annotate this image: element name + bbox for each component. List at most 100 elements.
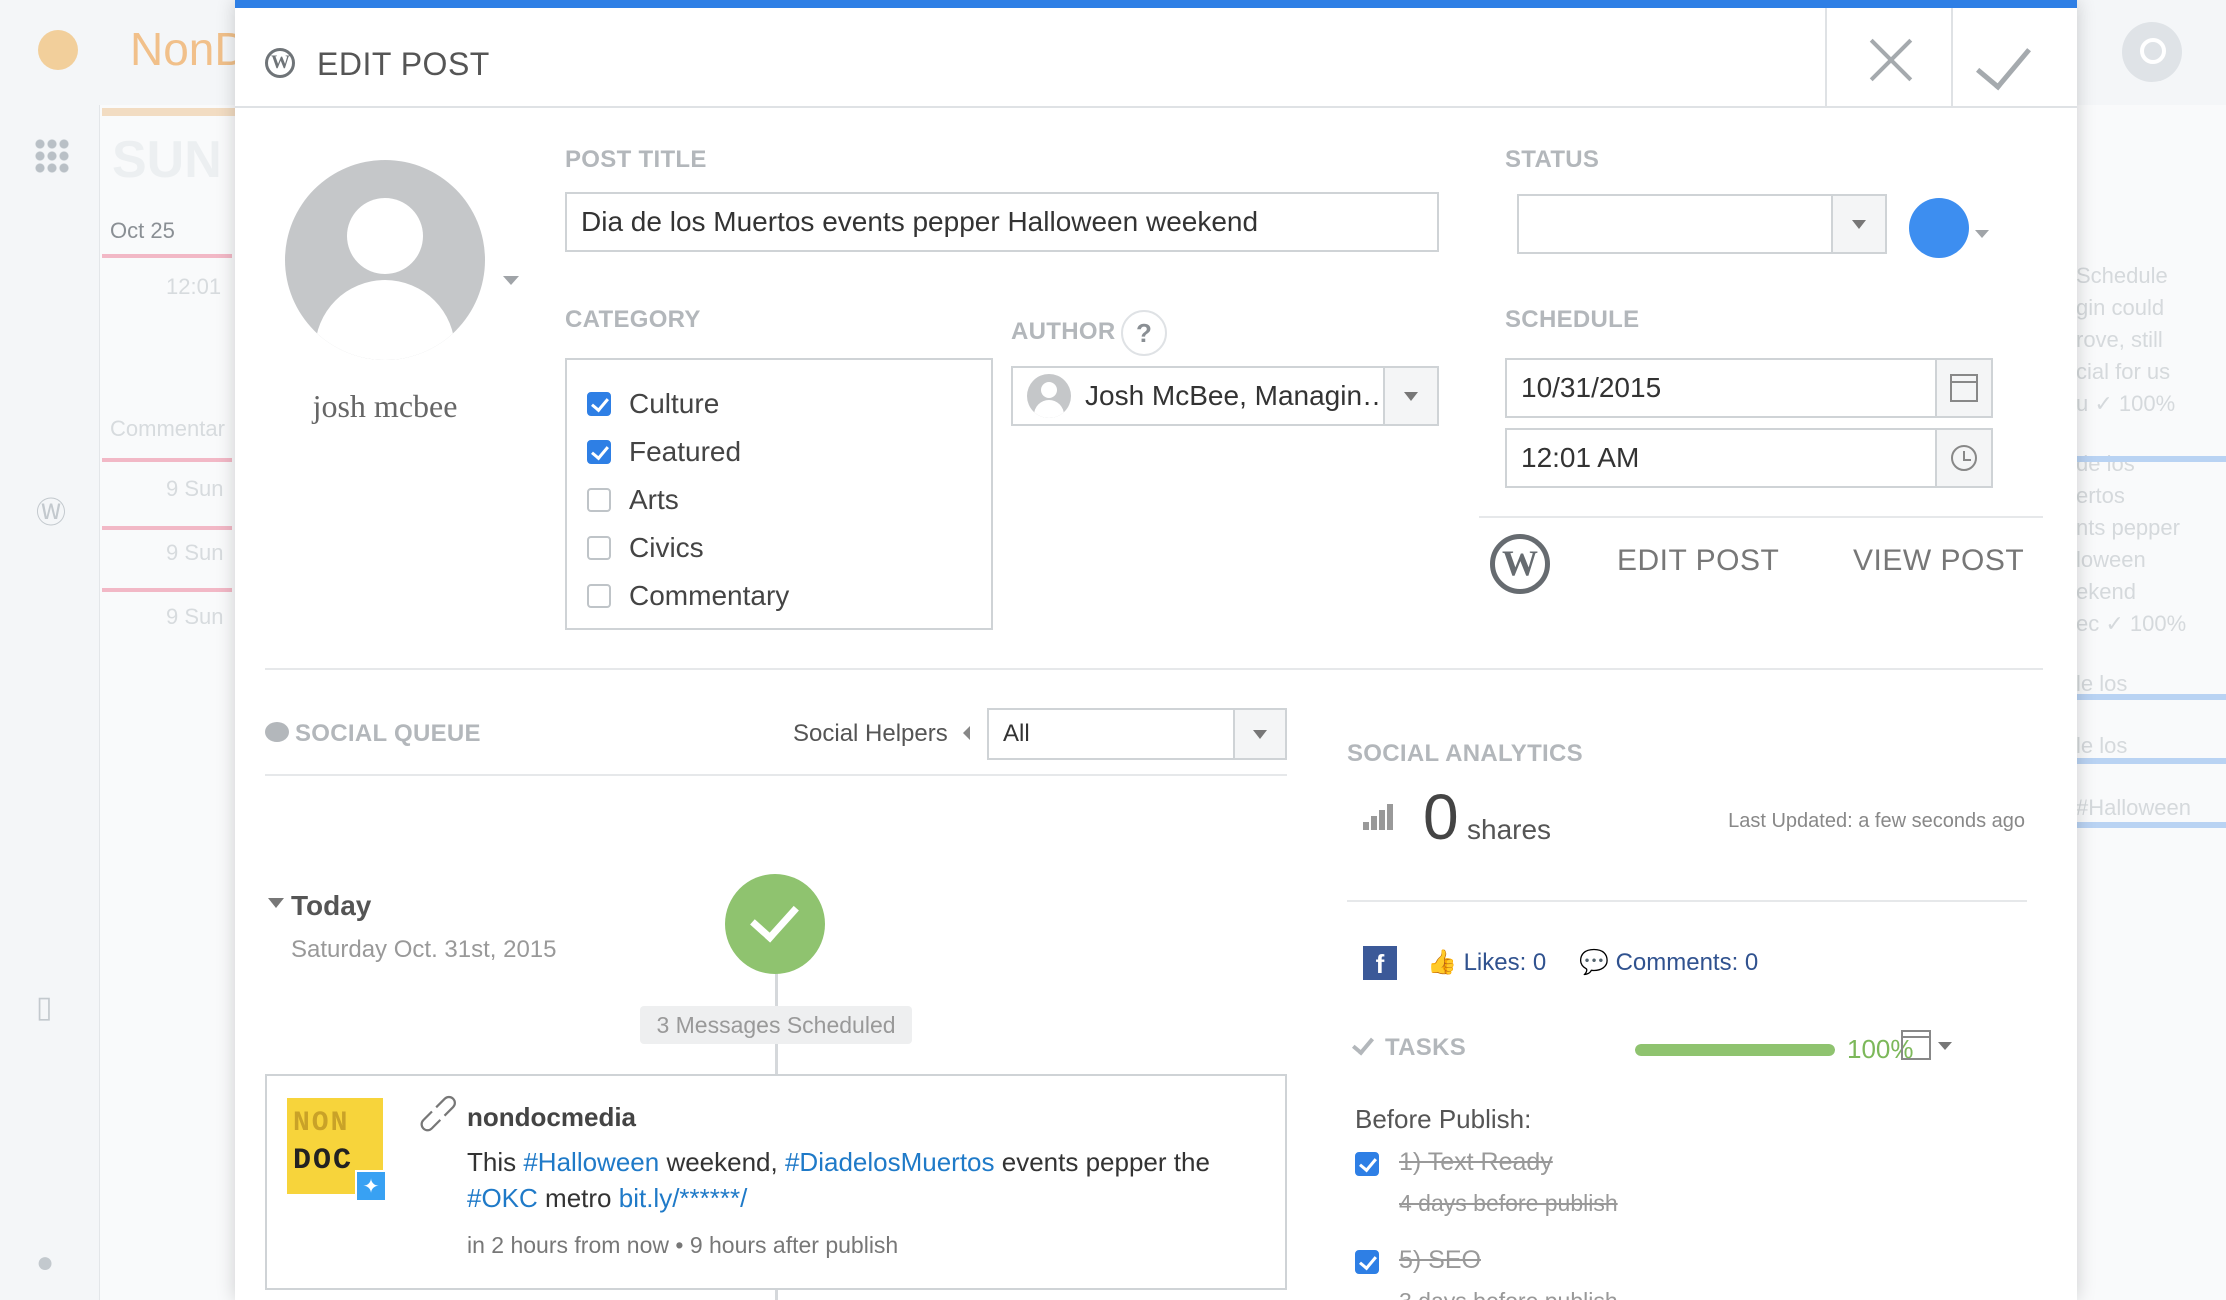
divider — [1347, 900, 2027, 902]
link-icon[interactable]: ⊂⊃ — [408, 1083, 468, 1143]
wordpress-publish-icon — [1490, 534, 1550, 594]
hashtag-link[interactable]: #Halloween — [523, 1147, 659, 1177]
message-text: This #Halloween weekend, #DiadelosMuerto… — [467, 1147, 1210, 1213]
schedule-time-input[interactable]: 12:01 AM — [1505, 428, 1993, 488]
edit-post-link[interactable]: EDIT POST — [1617, 544, 1779, 578]
before-publish-label: Before Publish: — [1355, 1104, 1532, 1134]
caret-down-icon[interactable] — [268, 898, 284, 908]
checkmark-icon[interactable] — [1951, 8, 2077, 108]
day-date: Oct 25 — [110, 218, 175, 243]
apps-grid-icon[interactable] — [34, 138, 70, 174]
message-meta: in 2 hours from now • 9 hours after publ… — [467, 1232, 899, 1258]
author-avatar[interactable] — [285, 160, 485, 360]
queue-item: 9 Sun — [166, 540, 224, 565]
tasks-progress-fill — [1635, 1044, 1835, 1056]
chevron-down-icon[interactable] — [1233, 710, 1285, 758]
social-helpers-label[interactable]: Social Helpers — [793, 720, 948, 748]
social-filter-select[interactable]: All — [987, 708, 1287, 760]
short-link[interactable]: bit.ly/******/ — [619, 1183, 748, 1213]
category-item-featured[interactable]: Featured — [587, 428, 971, 476]
schedule-date-input[interactable]: 10/31/2015 — [1505, 358, 1993, 418]
last-updated: Last Updated: a few seconds ago — [1728, 810, 2025, 832]
post-time: 12:01 — [166, 274, 222, 299]
tasks-calendar-icon[interactable] — [1901, 1030, 1931, 1060]
chevron-down-icon[interactable] — [1831, 196, 1885, 252]
wordpress-icon — [265, 48, 295, 78]
queue-strip — [102, 526, 232, 530]
tasks-check-icon — [1351, 1032, 1375, 1056]
chevron-down-icon[interactable] — [1938, 1042, 1952, 1050]
success-check-icon — [725, 874, 825, 974]
status-select[interactable] — [1517, 194, 1887, 254]
chevron-down-icon[interactable] — [1383, 368, 1437, 424]
right-strip — [2076, 758, 2226, 764]
category-item-civics[interactable]: Civics — [587, 524, 971, 572]
day-column-strip — [102, 108, 242, 116]
category-item-commentary[interactable]: Commentary — [587, 572, 971, 620]
right-strip — [2076, 822, 2226, 828]
queue-item: 9 Sun — [166, 476, 224, 501]
category-list: Culture Featured Arts Civics Commentary — [565, 358, 993, 630]
chat-nav-icon[interactable]: ● — [36, 1246, 54, 1280]
facebook-likes: 👍 Likes: 0 — [1427, 949, 1547, 976]
today-date: Saturday Oct. 31st, 2015 — [291, 936, 557, 963]
social-message-card[interactable]: NON DOC ✦ ⊂⊃ nondocmedia This #Halloween… — [265, 1074, 1287, 1290]
right-strip — [2076, 456, 2226, 462]
day-label: SUN — [112, 131, 222, 189]
account-name: nondocmedia — [467, 1102, 637, 1132]
checkbox[interactable] — [587, 488, 611, 512]
post-category: Commentar — [110, 416, 225, 441]
author-mini-avatar — [1027, 374, 1071, 418]
document-nav-icon[interactable]: ▯ — [36, 990, 53, 1025]
checkbox[interactable] — [587, 584, 611, 608]
queue-strip — [102, 458, 232, 462]
modal-title: EDIT POST — [317, 46, 490, 82]
caret-left-icon[interactable] — [963, 726, 970, 740]
search-icon[interactable] — [2122, 22, 2182, 82]
twitter-icon: ✦ — [355, 1170, 387, 1202]
today-label[interactable]: Today — [291, 890, 371, 922]
post-title-label: POST TITLE — [565, 146, 707, 173]
queue-item: 9 Sun — [166, 604, 224, 629]
author-select[interactable]: Josh McBee, Managin… — [1011, 366, 1439, 426]
hashtag-link[interactable]: #DiadelosMuertos — [785, 1147, 995, 1177]
close-icon[interactable] — [1825, 8, 1951, 108]
queue-strip — [102, 588, 232, 592]
checkbox[interactable] — [587, 536, 611, 560]
post-title-input[interactable]: Dia de los Muertos events pepper Hallowe… — [565, 192, 1439, 252]
facebook-icon: f — [1363, 946, 1397, 980]
help-icon[interactable]: ? — [1121, 310, 1167, 356]
tasks-label: TASKS — [1385, 1034, 1467, 1061]
category-label: CATEGORY — [565, 306, 701, 333]
status-color-dot[interactable] — [1909, 198, 1969, 258]
app-sidebar — [0, 105, 100, 1300]
category-item-arts[interactable]: Arts — [587, 476, 971, 524]
checkbox[interactable] — [587, 392, 611, 416]
task-checkbox[interactable] — [1355, 1152, 1379, 1176]
chat-bubble-icon — [265, 722, 289, 742]
facebook-comments: 💬 Comments: 0 — [1579, 949, 1759, 976]
calendar-icon[interactable] — [1935, 360, 1991, 416]
status-caret-icon[interactable] — [1975, 230, 1989, 238]
checkbox[interactable] — [587, 440, 611, 464]
wordpress-nav-icon[interactable]: Ⓦ — [36, 488, 66, 532]
app-logo[interactable] — [38, 30, 78, 70]
shares-label: shares — [1467, 814, 1552, 845]
signal-bars-icon — [1363, 802, 1395, 830]
clock-icon[interactable] — [1935, 430, 1991, 486]
task-checkbox[interactable] — [1355, 1250, 1379, 1274]
modal-header: EDIT POST — [235, 8, 2077, 108]
hashtag-link[interactable]: #OKC — [467, 1183, 538, 1213]
scheduled-count-badge: 3 Messages Scheduled — [640, 1006, 912, 1044]
status-label: STATUS — [1505, 146, 1600, 173]
author-label: AUTHOR — [1011, 318, 1116, 345]
avatar-caret-icon[interactable] — [503, 276, 519, 285]
social-analytics-label: SOCIAL ANALYTICS — [1347, 740, 1583, 767]
shares-count: 0 — [1423, 781, 1459, 853]
social-queue-label: SOCIAL QUEUE — [295, 720, 481, 747]
view-post-link[interactable]: VIEW POST — [1853, 544, 2024, 578]
tasks-progress-bar — [1635, 1044, 1835, 1056]
divider — [265, 774, 1287, 776]
schedule-label: SCHEDULE — [1505, 306, 1640, 333]
category-item-culture[interactable]: Culture — [587, 380, 971, 428]
